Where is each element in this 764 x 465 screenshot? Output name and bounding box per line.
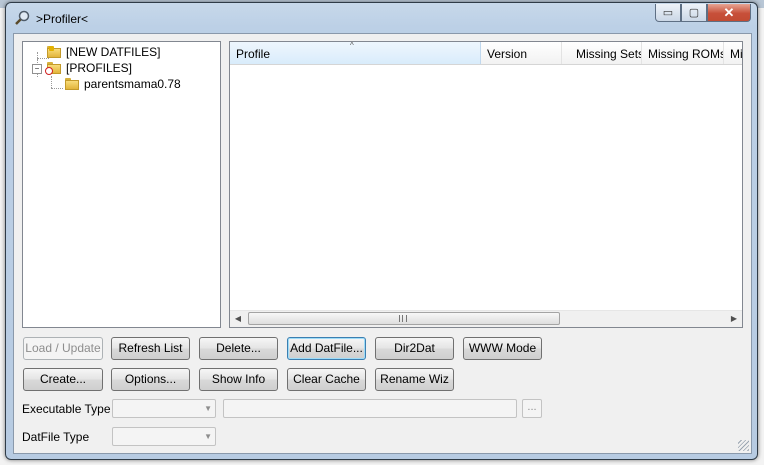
- window-title: >Profiler<: [36, 12, 89, 26]
- tree-line: [51, 76, 52, 88]
- sort-ascending-icon: ^: [350, 42, 354, 50]
- resize-grip-icon[interactable]: [738, 440, 749, 451]
- delete-button[interactable]: Delete...: [199, 337, 278, 360]
- profiler-window: >Profiler< ▭ ▢ ✕ [NEW DATFILES] − [PROFI…: [5, 2, 758, 460]
- tree-line: [51, 88, 63, 89]
- tree-item-profile[interactable]: parentsmama0.78: [65, 76, 181, 92]
- profile-list[interactable]: Profile ^ Version Missing Sets Missing R…: [229, 41, 743, 328]
- tree-item-label: parentsmama0.78: [84, 77, 181, 91]
- tree-item-label: [PROFILES]: [66, 61, 133, 75]
- column-header-profile[interactable]: Profile ^: [230, 42, 481, 64]
- browse-button[interactable]: ...: [522, 399, 542, 418]
- tree-line: [37, 52, 38, 58]
- scroll-left-icon[interactable]: ◀: [230, 311, 246, 327]
- grip-icon: [399, 315, 407, 322]
- profile-tree[interactable]: [NEW DATFILES] − [PROFILES] parentsmama0…: [22, 41, 221, 328]
- error-icon: [45, 67, 53, 75]
- column-label: Profile: [236, 47, 271, 61]
- create-button[interactable]: Create...: [23, 368, 103, 391]
- chevron-down-icon: ▼: [204, 432, 212, 441]
- scroll-right-icon[interactable]: ▶: [726, 311, 742, 327]
- column-header-missing-sets[interactable]: Missing Sets: [562, 42, 642, 64]
- options-button[interactable]: Options...: [111, 368, 190, 391]
- scrollbar-thumb[interactable]: [248, 312, 560, 325]
- close-button[interactable]: ✕: [707, 4, 751, 22]
- folder-icon: [65, 78, 79, 90]
- chevron-down-icon: ▼: [204, 404, 212, 413]
- show-info-button[interactable]: Show Info: [199, 368, 278, 391]
- executable-path-input[interactable]: [223, 399, 517, 418]
- magnifier-app-icon: [15, 10, 30, 25]
- new-indicator-icon: [49, 46, 54, 51]
- list-header: Profile ^ Version Missing Sets Missing R…: [230, 42, 742, 65]
- load-update-button[interactable]: Load / Update: [23, 337, 103, 360]
- maximize-button[interactable]: ▢: [681, 4, 707, 22]
- add-datfile-button[interactable]: Add DatFile...: [287, 337, 366, 360]
- refresh-list-button[interactable]: Refresh List: [111, 337, 190, 360]
- tree-item-profiles[interactable]: [PROFILES]: [47, 60, 132, 76]
- title-bar[interactable]: >Profiler< ▭ ▢ ✕: [6, 3, 757, 33]
- client-area: [NEW DATFILES] − [PROFILES] parentsmama0…: [13, 33, 752, 454]
- tree-item-new-datfiles[interactable]: [NEW DATFILES]: [47, 44, 160, 60]
- dir2dat-button[interactable]: Dir2Dat: [375, 337, 454, 360]
- minimize-button[interactable]: ▭: [655, 4, 681, 22]
- executable-type-label: Executable Type: [22, 402, 111, 416]
- horizontal-scrollbar[interactable]: ◀ ▶: [230, 310, 742, 327]
- column-header-missing-roms[interactable]: Missing ROMs: [642, 42, 724, 64]
- tree-item-label: [NEW DATFILES]: [66, 45, 161, 59]
- executable-type-select[interactable]: ▼: [112, 399, 216, 418]
- column-header-version[interactable]: Version: [481, 42, 562, 64]
- window-controls: ▭ ▢ ✕: [655, 4, 751, 22]
- datfile-type-label: DatFile Type: [22, 430, 90, 444]
- clear-cache-button[interactable]: Clear Cache: [287, 368, 366, 391]
- datfile-type-select[interactable]: ▼: [112, 427, 216, 446]
- www-mode-button[interactable]: WWW Mode: [463, 337, 542, 360]
- column-header-truncated[interactable]: Mi: [724, 42, 742, 64]
- collapse-icon[interactable]: −: [32, 64, 42, 74]
- rename-wiz-button[interactable]: Rename Wiz: [375, 368, 454, 391]
